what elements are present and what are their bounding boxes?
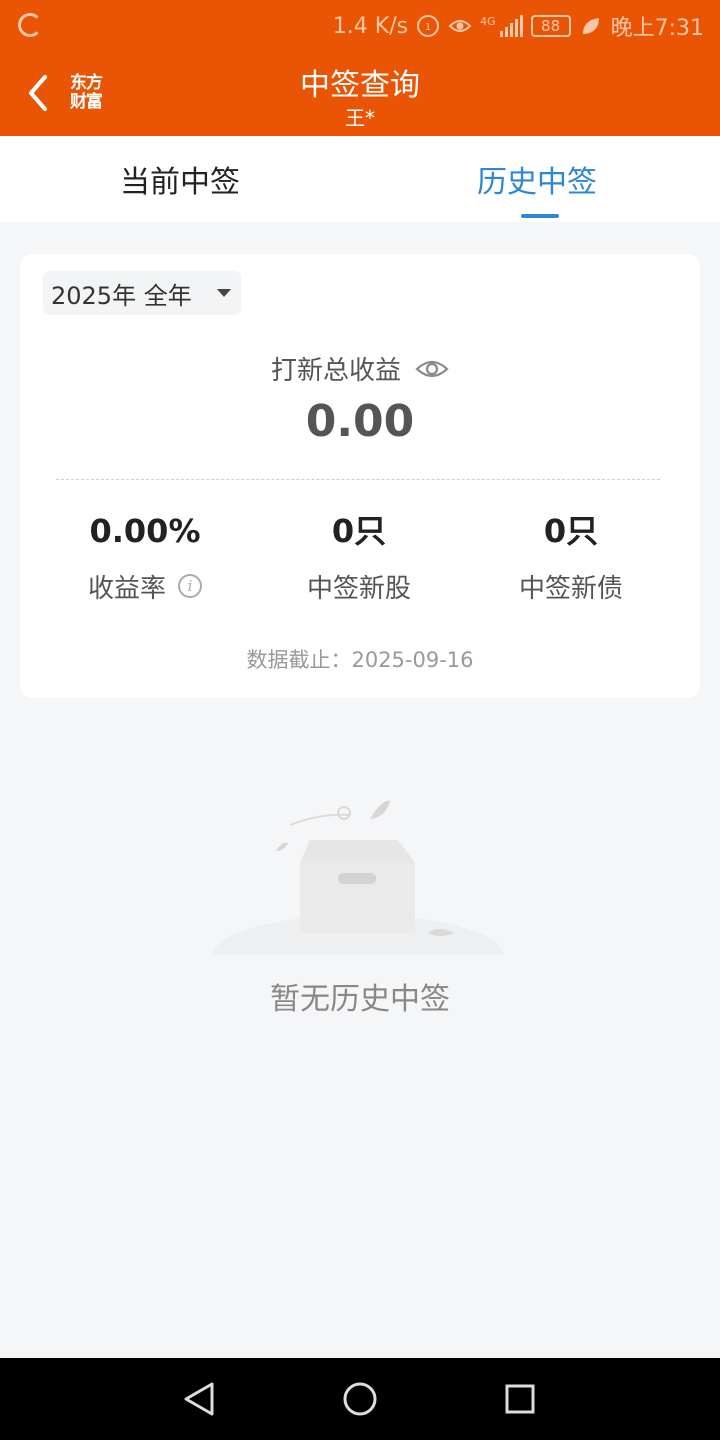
year-filter-value: 2025年 全年 bbox=[51, 281, 192, 310]
network-speed: 1.4 K/s bbox=[332, 13, 409, 39]
clock: 晚上7:31 bbox=[610, 16, 704, 41]
year-filter-dropdown[interactable]: 2025年 全年 bbox=[43, 271, 241, 315]
total-profit-value: 0.00 bbox=[305, 396, 415, 447]
status-bar: 1.4 K/s 1 4G 88 晚上7:31 bbox=[0, 0, 720, 50]
signal-icon: 4G bbox=[480, 15, 523, 37]
hd-call-icon: 1 bbox=[417, 15, 440, 37]
circle-home-icon bbox=[343, 1382, 377, 1416]
nav-back-button[interactable] bbox=[178, 1378, 220, 1420]
tab-bar: 当前中签 历史中签 bbox=[0, 136, 720, 222]
caret-down-icon bbox=[217, 289, 231, 297]
stat-winning-bonds: 0只 中签新债 bbox=[458, 508, 684, 606]
total-profit-label: 打新总收益 bbox=[270, 356, 401, 386]
winning-stocks-label: 中签新股 bbox=[306, 573, 411, 604]
stat-return-rate: 0.00% 收益率 i bbox=[32, 508, 258, 606]
page-title: 中签查询 bbox=[300, 68, 420, 103]
empty-box-illustration bbox=[210, 800, 510, 970]
info-icon[interactable]: i bbox=[178, 574, 202, 598]
summary-card: 2025年 全年 打新总收益 0.00 0.00% 收益率 i 0只 中签新股 … bbox=[20, 254, 700, 698]
return-rate-label: 收益率 bbox=[87, 573, 166, 604]
battery-icon: 88 bbox=[530, 15, 571, 37]
winning-bonds-label: 中签新债 bbox=[518, 573, 623, 604]
svg-text:1: 1 bbox=[425, 22, 431, 33]
tab-history-winning[interactable]: 历史中签 bbox=[357, 136, 717, 222]
empty-state-text: 暂无历史中签 bbox=[270, 982, 450, 1017]
total-profit-row: 打新总收益 bbox=[20, 350, 700, 387]
eye-icon[interactable] bbox=[415, 357, 449, 381]
sync-icon bbox=[18, 13, 42, 37]
status-bar-right: 1.4 K/s 1 4G 88 晚上7:31 bbox=[333, 10, 704, 42]
tab-current-winning[interactable]: 当前中签 bbox=[0, 136, 360, 222]
return-rate-value: 0.00% bbox=[89, 512, 201, 550]
winning-stocks-value: 0只 bbox=[331, 512, 387, 550]
square-recents-icon bbox=[505, 1384, 535, 1414]
active-tab-indicator bbox=[521, 214, 559, 218]
leaf-icon bbox=[582, 18, 599, 34]
account-name: 王* bbox=[345, 106, 375, 130]
nav-recents-button[interactable] bbox=[499, 1378, 541, 1420]
app-header: 东方 财富 中签查询 王* bbox=[0, 50, 720, 136]
eye-comfort-icon bbox=[448, 20, 472, 32]
nav-home-button[interactable] bbox=[339, 1378, 381, 1420]
stat-winning-stocks: 0只 中签新股 bbox=[246, 508, 472, 606]
winning-bonds-value: 0只 bbox=[543, 512, 599, 550]
system-nav-bar bbox=[0, 1358, 720, 1440]
data-cutoff-date: 数据截止：2025-09-16 bbox=[246, 648, 474, 672]
dashed-divider bbox=[56, 479, 660, 480]
triangle-back-icon bbox=[184, 1382, 214, 1416]
